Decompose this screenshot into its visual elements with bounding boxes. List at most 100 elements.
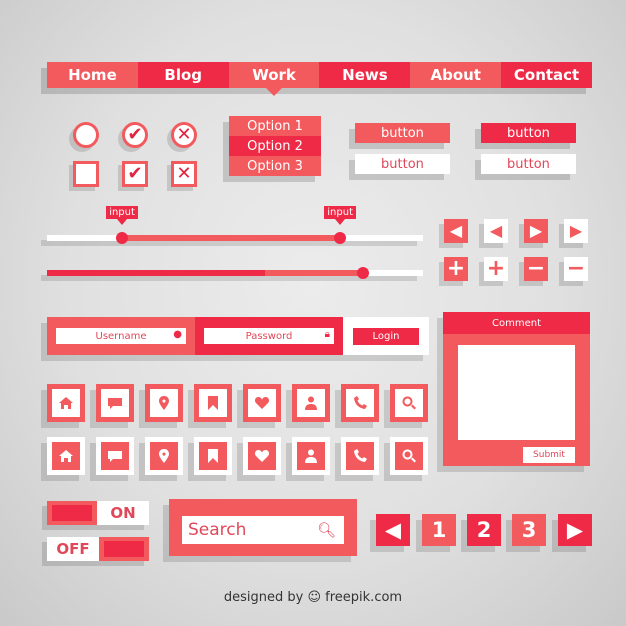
radio-empty[interactable] [73,122,99,148]
icon-tile-inner [395,442,423,470]
icon-tile-inner [101,442,129,470]
login-form: Username ● Password 🔒︎ Login [47,317,429,355]
range-slider-low-handle[interactable] [116,232,129,244]
pagination-prev[interactable]: ◀ [376,514,410,546]
icon-button-home-filled[interactable] [47,437,85,475]
icon-tile-inner [248,389,276,417]
checkbox-checked[interactable]: ✔ [122,161,148,187]
password-field[interactable]: Password 🔒︎ [204,328,334,344]
icon-tile-inner [150,389,178,417]
username-placeholder: Username [95,330,147,342]
prev-button-filled[interactable]: ◀ [444,219,468,243]
icon-button-search-filled[interactable] [390,437,428,475]
icon-button-chat-outline[interactable] [96,384,134,422]
pagination-next[interactable]: ▶ [558,514,592,546]
icon-button-user-filled[interactable] [292,437,330,475]
login-button[interactable]: Login [353,327,419,345]
credit-text: designed by ☺ freepik.com [223,590,403,605]
check-icon: ✔ [127,124,143,145]
arrow-left-icon: ◀ [449,221,463,240]
plus-icon: + [446,256,466,281]
icon-tile-inner [150,442,178,470]
x-icon: ✕ [176,163,192,184]
icon-tile-inner [199,389,227,417]
icon-button-bookmark-filled[interactable] [194,437,232,475]
icon-button-user-outline[interactable] [292,384,330,422]
next-button-outline[interactable]: ▶ [564,219,588,243]
nav-item-news[interactable]: News [319,62,411,88]
icon-button-search-outline[interactable] [390,384,428,422]
range-slider-high-handle[interactable] [334,232,347,244]
icon-button-heart-outline[interactable] [243,384,281,422]
arrow-right-icon: ▶ [569,221,583,240]
location-pin-icon [159,449,169,463]
comment-box: Comment Submit [443,312,590,466]
dropdown-option-selected[interactable]: Option 2 [229,136,321,156]
checkbox-empty[interactable] [73,161,99,187]
main-nav: Home Blog Work News About Contact [47,62,592,96]
icon-tile-inner [199,442,227,470]
minus-button-outline[interactable]: − [564,257,588,281]
plus-icon: + [486,256,506,281]
radio-checked[interactable]: ✔ [122,122,148,148]
submit-button[interactable]: Submit [523,447,575,463]
icon-button-location-pin-filled[interactable] [145,437,183,475]
search-icon[interactable]: 🔍︎ [317,521,336,539]
nav-item-home[interactable]: Home [47,62,138,88]
search-placeholder: Search [188,520,247,540]
heart-icon [254,450,270,462]
icon-tile-inner [297,442,325,470]
toggle-on[interactable]: ON [47,501,149,525]
nav-item-work[interactable]: Work [228,62,320,96]
button-filled-dark[interactable]: button [481,123,576,143]
button-outline-dark[interactable]: button [481,154,576,174]
plus-button-outline[interactable]: + [484,257,508,281]
toggle-on-label: ON [110,504,136,522]
check-icon: ✔ [127,163,143,184]
pagination-page-2[interactable]: 2 [467,514,501,546]
chat-icon [108,451,122,462]
dropdown-option[interactable]: Option 3 [229,156,321,176]
minus-button-filled[interactable]: − [524,257,548,281]
search-icon [402,449,416,463]
chat-icon [108,398,122,409]
toggle-switch [99,537,149,561]
toggle-off-label: OFF [56,540,90,558]
username-field[interactable]: Username ● [56,328,186,344]
comment-textarea[interactable] [458,345,575,440]
arrow-right-icon: ▶ [529,221,543,240]
login-section: Login [343,317,429,355]
next-button-filled[interactable]: ▶ [524,219,548,243]
nav-item-blog[interactable]: Blog [137,62,229,88]
pagination-page-1[interactable]: 1 [422,514,456,546]
radio-crossed[interactable]: ✕ [171,122,197,148]
range-slider-high-tooltip: input [324,206,356,225]
nav-item-contact[interactable]: Contact [501,62,592,88]
range-slider-low-tooltip: input [106,206,138,225]
phone-icon [354,449,367,462]
search-input[interactable]: Search 🔍︎ [182,516,344,544]
icon-button-phone-filled[interactable] [341,437,379,475]
range-slider-fill [122,235,341,241]
progress-slider-handle[interactable] [356,267,369,279]
plus-button-filled[interactable]: + [444,257,468,281]
nav-item-about[interactable]: About [410,62,502,88]
button-outline-light[interactable]: button [355,154,450,174]
icon-button-phone-outline[interactable] [341,384,379,422]
dropdown-option[interactable]: Option 1 [229,116,321,136]
toggle-off[interactable]: OFF [47,537,149,561]
icon-button-chat-filled[interactable] [96,437,134,475]
button-filled-light[interactable]: button [355,123,450,143]
icon-button-heart-filled[interactable] [243,437,281,475]
progress-slider-fill [47,270,266,276]
icon-tile-inner [101,389,129,417]
icon-button-home-outline[interactable] [47,384,85,422]
icon-button-location-pin-outline[interactable] [145,384,183,422]
toggle-switch [47,501,97,525]
prev-button-outline[interactable]: ◀ [484,219,508,243]
checkbox-crossed[interactable]: ✕ [171,161,197,187]
phone-icon [354,396,367,409]
icon-button-bookmark-outline[interactable] [194,384,232,422]
icon-tile-inner [248,442,276,470]
pagination-page-3[interactable]: 3 [512,514,546,546]
